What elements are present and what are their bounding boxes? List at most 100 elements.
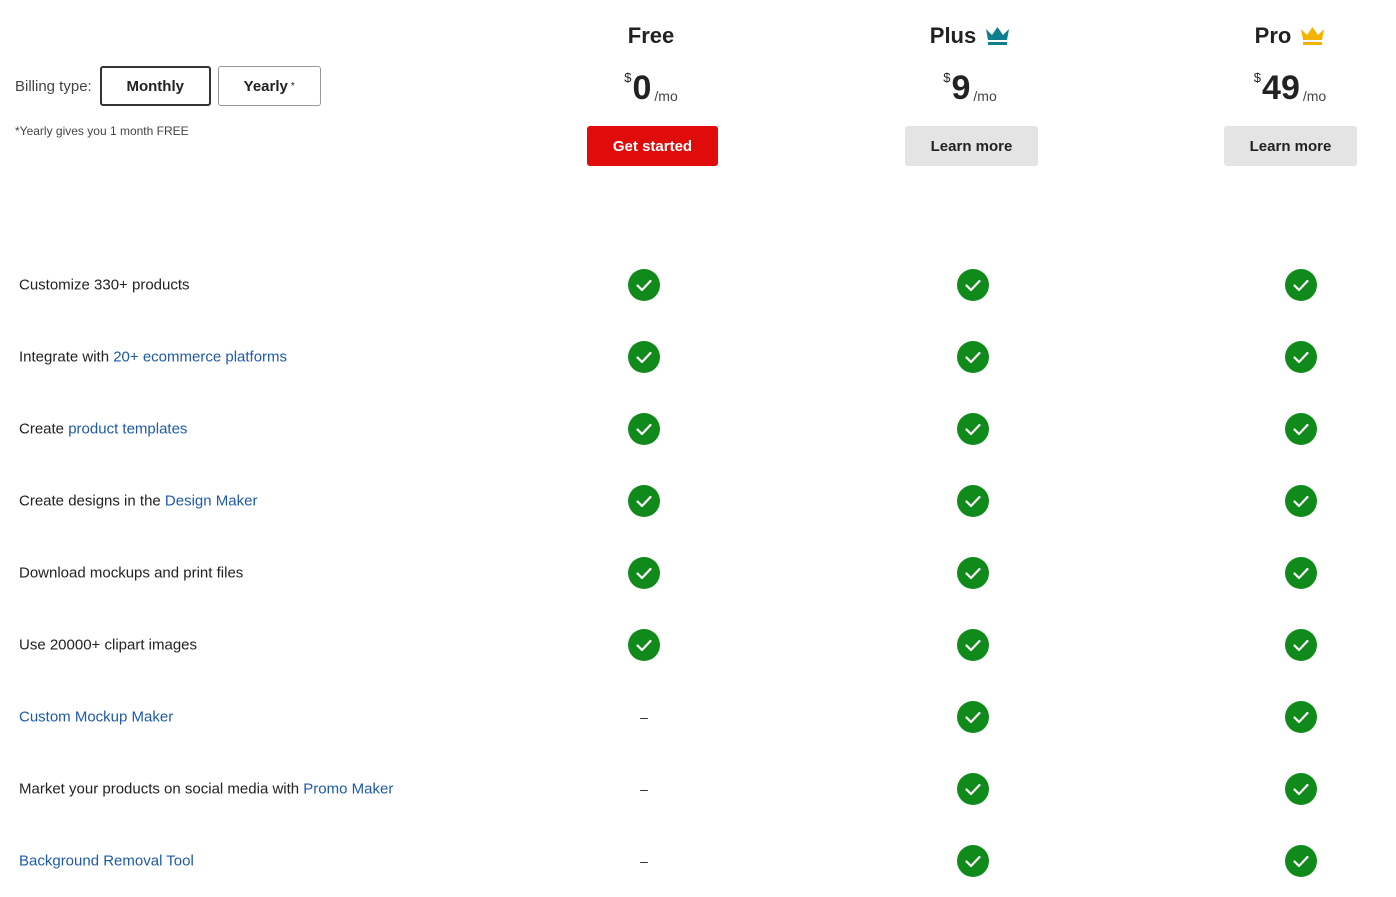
check-circle-icon [627,556,661,590]
checkmark-icon [1285,557,1317,589]
check-circle-icon [956,268,990,302]
price-amount: 9 [951,69,971,107]
feature-row: Background Removal Tool – [0,825,1396,897]
yearly-toggle-label: Yearly [243,77,288,95]
feature-row: Create product templates [0,393,1396,465]
checkmark-icon [628,629,660,661]
feature-link[interactable]: Custom Mockup Maker [19,709,173,726]
price-amount: 49 [1262,69,1300,107]
feature-row: Create designs in the Design Maker [0,465,1396,537]
feature-row: Use 20000+ clipart images [0,609,1396,681]
feature-text: Integrate with [19,348,114,366]
price-period: /mo [654,88,678,104]
check-circle-icon [1284,844,1318,878]
check-circle-icon [1284,340,1318,374]
checkmark-icon [1285,269,1317,301]
crown-icon [985,26,1010,46]
check-circle-icon [627,412,661,446]
feature-row: Custom Mockup Maker – [0,681,1396,753]
check-circle-icon [1284,700,1318,734]
dash-text: – [640,781,648,797]
checkmark-icon [957,413,989,445]
checkmark-icon [628,485,660,517]
feature-link[interactable]: Background Removal Tool [19,853,194,870]
feature-row: Download mockups and print files [0,537,1396,609]
feature-label: Market your products on social media wit… [19,781,393,798]
checkmark-icon [957,485,989,517]
feature-text: Customize 330+ products [19,276,190,294]
feature-label: Download mockups and print files [19,565,243,582]
not-included-dash: – [627,844,661,878]
feature-label: Create designs in the Design Maker [19,493,257,510]
checkmark-icon [1285,773,1317,805]
plan-plus: Plus $ 9 /mo [850,20,1090,112]
feature-label: Customize 330+ products [19,277,190,294]
check-circle-icon [1284,628,1318,662]
check-circle-icon [956,556,990,590]
monthly-toggle-button[interactable]: Monthly [99,66,211,106]
price-period: /mo [973,88,997,104]
billing-type-label: Billing type: [15,77,92,95]
check-circle-icon [956,700,990,734]
checkmark-icon [957,629,989,661]
check-circle-icon [627,340,661,374]
monthly-toggle-label: Monthly [126,77,184,95]
checkmark-icon [628,341,660,373]
crown-icon [1300,26,1325,46]
check-circle-icon [956,772,990,806]
feature-label: Background Removal Tool [19,853,194,870]
feature-label: Custom Mockup Maker [19,709,173,726]
feature-text: Create designs in the [19,492,165,510]
checkmark-icon [1285,413,1317,445]
check-circle-icon [956,844,990,878]
check-circle-icon [1284,772,1318,806]
get-started-button[interactable]: Get started [587,126,718,166]
price: $ 9 /mo [850,68,1090,112]
feature-text: Create [19,420,69,438]
feature-row: Integrate with 20+ ecommerce platforms [0,321,1396,393]
checkmark-icon [957,701,989,733]
plan-name: Pro [1254,23,1292,48]
check-circle-icon [956,628,990,662]
currency-symbol: $ [624,70,632,85]
check-circle-icon [1284,556,1318,590]
checkmark-icon [957,845,989,877]
checkmark-icon [628,413,660,445]
checkmark-icon [957,557,989,589]
checkmark-icon [628,557,660,589]
plan-pro: Pro $ 49 /mo [1170,20,1396,112]
currency-symbol: $ [1253,70,1262,85]
currency-symbol: $ [943,70,951,85]
checkmark-icon [1285,341,1317,373]
check-circle-icon [1284,412,1318,446]
feature-link[interactable]: Promo Maker [303,781,393,798]
checkmark-icon [1285,629,1317,661]
check-circle-icon [956,484,990,518]
check-circle-icon [627,484,661,518]
checkmark-icon [1285,485,1317,517]
feature-link[interactable]: Design Maker [165,493,258,510]
feature-text: Use 20000+ clipart images [19,636,198,654]
plan-name: Free [627,23,675,48]
billing-type: Billing type: Monthly Yearly * [15,66,321,106]
yearly-note: *Yearly gives you 1 month FREE [15,124,189,138]
feature-row: Customize 330+ products [0,249,1396,321]
checkmark-icon [957,341,989,373]
checkmark-icon [957,269,989,301]
yearly-toggle-button[interactable]: Yearly * [217,66,321,106]
feature-label: Use 20000+ clipart images [19,637,197,654]
feature-link[interactable]: 20+ ecommerce platforms [113,349,287,366]
check-circle-icon [1284,484,1318,518]
pro-learn-more-button[interactable]: Learn more [1224,126,1357,166]
price-period: /mo [1302,88,1327,104]
price: $ 49 /mo [1170,68,1396,112]
check-circle-icon [956,412,990,446]
yearly-marker: * [290,80,295,92]
feature-label: Create product templates [19,421,187,438]
plan-name: Plus [929,23,977,48]
feature-link[interactable]: product templates [68,421,187,438]
feature-label: Integrate with 20+ ecommerce platforms [19,349,287,366]
price: $ 0 /mo [531,68,771,112]
feature-row: Market your products on social media wit… [0,753,1396,825]
plus-learn-more-button[interactable]: Learn more [905,126,1038,166]
